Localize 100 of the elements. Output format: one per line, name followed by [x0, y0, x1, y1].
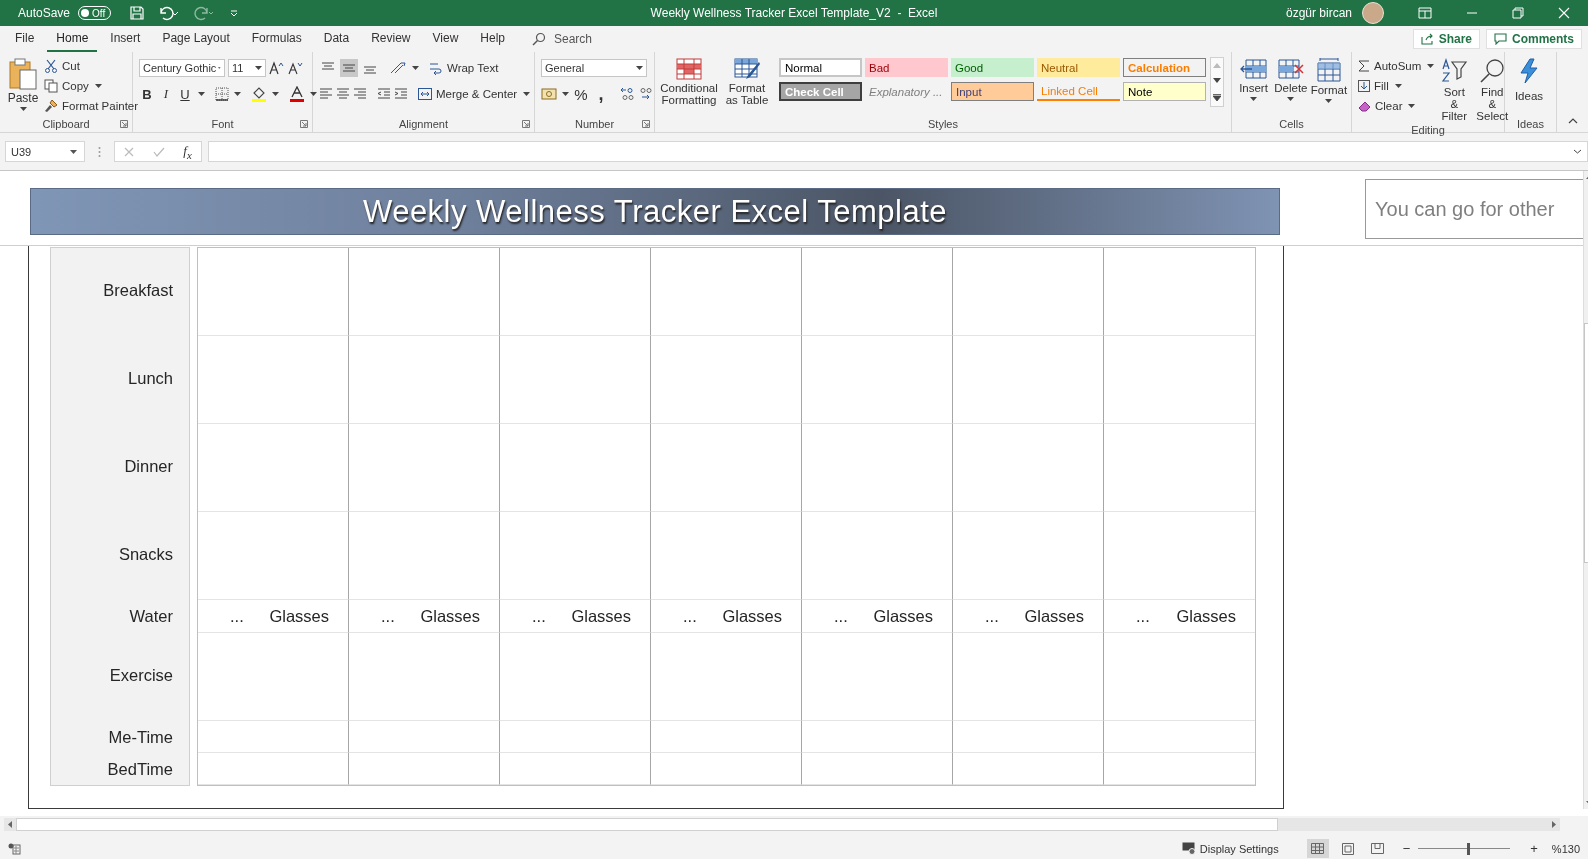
scroll-left-icon[interactable] — [8, 821, 12, 828]
ribbon-tab[interactable]: Page Layout — [153, 26, 239, 52]
currency-icon[interactable] — [541, 88, 557, 100]
autosum-button[interactable]: AutoSum — [1358, 56, 1435, 75]
close-icon[interactable] — [1558, 7, 1570, 19]
zoom-level[interactable]: %130 — [1551, 842, 1580, 855]
search-field[interactable]: Search — [552, 31, 636, 47]
sort-filter-button[interactable]: Sort & Filter — [1438, 56, 1471, 124]
row-label: Snacks — [118, 545, 173, 564]
more-icon[interactable] — [1213, 93, 1221, 101]
conditional-formatting-button[interactable]: Conditional Formatting — [661, 56, 717, 108]
caret-icon[interactable] — [562, 92, 569, 96]
zoom-slider-thumb[interactable] — [1467, 842, 1471, 855]
ribbon-tab[interactable]: Review — [362, 26, 420, 52]
increase-decimal-icon[interactable] — [619, 87, 635, 101]
ribbon-tab[interactable]: Insert — [101, 26, 150, 52]
resize-handle-icon[interactable] — [98, 145, 101, 158]
view-button[interactable] — [1306, 839, 1329, 858]
wrap-text-button[interactable]: Wrap Text — [429, 58, 499, 78]
group-label: Clipboard — [42, 118, 90, 130]
increase-indent-icon[interactable] — [394, 88, 408, 100]
increase-font-size-icon[interactable] — [269, 61, 285, 75]
cell-style[interactable]: Bad — [865, 58, 948, 77]
comments-button[interactable]: Comments — [1486, 29, 1582, 49]
decrease-font-size-icon[interactable] — [288, 61, 304, 75]
name-box[interactable]: U39 — [5, 141, 85, 162]
zoom-out-button[interactable]: − — [1402, 841, 1411, 856]
borders-icon[interactable] — [215, 87, 229, 101]
find-select-button[interactable]: Find & Select — [1474, 56, 1511, 124]
cell-style[interactable]: Good — [951, 58, 1034, 77]
format-button[interactable]: Format — [1311, 56, 1346, 105]
gallery-scrollbar[interactable] — [1210, 57, 1224, 107]
caret-icon[interactable] — [310, 92, 317, 96]
share-button[interactable]: Share — [1412, 29, 1480, 49]
cell-style[interactable]: Explanatory ... — [865, 82, 948, 101]
display-settings-button[interactable]: Display Settings — [1181, 842, 1279, 855]
group-label: Editing — [1411, 124, 1445, 136]
bold-button[interactable]: B — [139, 86, 155, 102]
ribbon-display-icon[interactable] — [1418, 7, 1432, 19]
row-label: Breakfast — [103, 281, 173, 300]
decrease-decimal-icon[interactable] — [638, 87, 654, 101]
avatar[interactable] — [1362, 2, 1384, 24]
format-painter-button[interactable]: Format Painter — [44, 96, 139, 115]
cell-style[interactable]: Normal — [779, 58, 862, 77]
cut-button[interactable]: Cut — [44, 56, 139, 75]
ribbon-tab[interactable]: File — [6, 26, 44, 52]
percent-button[interactable]: % — [572, 85, 590, 103]
scroll-right-icon[interactable] — [1552, 821, 1556, 828]
fill-button[interactable]: Fill — [1358, 76, 1435, 95]
formula-input[interactable] — [208, 141, 1588, 162]
horizontal-scrollbar[interactable] — [4, 818, 1560, 831]
ribbon-tab[interactable]: Data — [314, 26, 359, 52]
cell-style[interactable]: Input — [951, 82, 1034, 101]
customize-caret-icon[interactable] — [229, 8, 240, 18]
scroll-down-icon[interactable] — [1213, 78, 1221, 84]
clear-button[interactable]: Clear — [1358, 96, 1435, 115]
number-format-dropdown[interactable]: General — [541, 59, 647, 77]
copy-button[interactable]: Copy — [44, 76, 139, 95]
ribbon-tab[interactable]: View — [423, 26, 468, 52]
align-right-icon[interactable] — [353, 88, 367, 100]
font-size-dropdown[interactable]: 11 — [228, 59, 266, 77]
decrease-indent-icon[interactable] — [377, 88, 391, 100]
ribbon-tab[interactable]: Help — [471, 26, 514, 52]
caret-icon[interactable] — [272, 92, 279, 96]
group-label: Alignment — [399, 118, 448, 130]
italic-button[interactable]: I — [158, 86, 174, 102]
scroll-thumb[interactable] — [16, 818, 1278, 831]
merge-center-button[interactable]: Merge & Center — [418, 84, 531, 104]
expand-icon[interactable] — [1573, 149, 1582, 154]
dialog-launcher-icon[interactable] — [120, 120, 128, 128]
dialog-launcher-icon[interactable] — [522, 120, 530, 128]
dialog-launcher-icon[interactable] — [300, 120, 308, 128]
caret-icon[interactable] — [412, 66, 419, 70]
insert-function-button[interactable]: f$_{x}$ — [183, 142, 192, 161]
ribbon-tab[interactable]: Formulas — [242, 26, 311, 52]
orientation-icon[interactable] — [389, 61, 407, 75]
paste-button[interactable]: Paste — [6, 56, 40, 113]
caret-icon — [94, 83, 102, 88]
underline-button[interactable]: U — [177, 86, 193, 102]
comma-style-button[interactable]: , — [593, 84, 609, 104]
cell-style[interactable]: Neutral — [1037, 58, 1120, 77]
caret-icon[interactable] — [198, 92, 205, 96]
collapse-ribbon-icon[interactable] — [1568, 118, 1578, 124]
font-color-icon[interactable] — [289, 86, 305, 102]
fill-color-icon[interactable] — [251, 86, 267, 102]
cell-style[interactable]: Note — [1123, 82, 1206, 101]
font-name-dropdown[interactable]: Century Gothic — [139, 59, 225, 77]
restore-icon[interactable] — [1512, 7, 1524, 19]
water-amount: ... — [381, 606, 395, 626]
align-center-icon[interactable] — [336, 88, 350, 100]
sort-filter-icon — [1440, 58, 1469, 84]
zoom-in-button[interactable]: + — [1530, 841, 1538, 856]
delete-button[interactable]: Delete — [1273, 56, 1308, 103]
save-icon[interactable] — [129, 5, 146, 21]
format-as-table-button[interactable]: Format as Table — [721, 56, 773, 108]
insert-button[interactable]: Insert — [1237, 56, 1270, 103]
dialog-launcher-icon[interactable] — [642, 120, 650, 128]
macro-record-icon[interactable] — [8, 842, 21, 855]
ideas-button[interactable]: Ideas — [1511, 56, 1547, 105]
caret-icon[interactable] — [234, 92, 241, 96]
